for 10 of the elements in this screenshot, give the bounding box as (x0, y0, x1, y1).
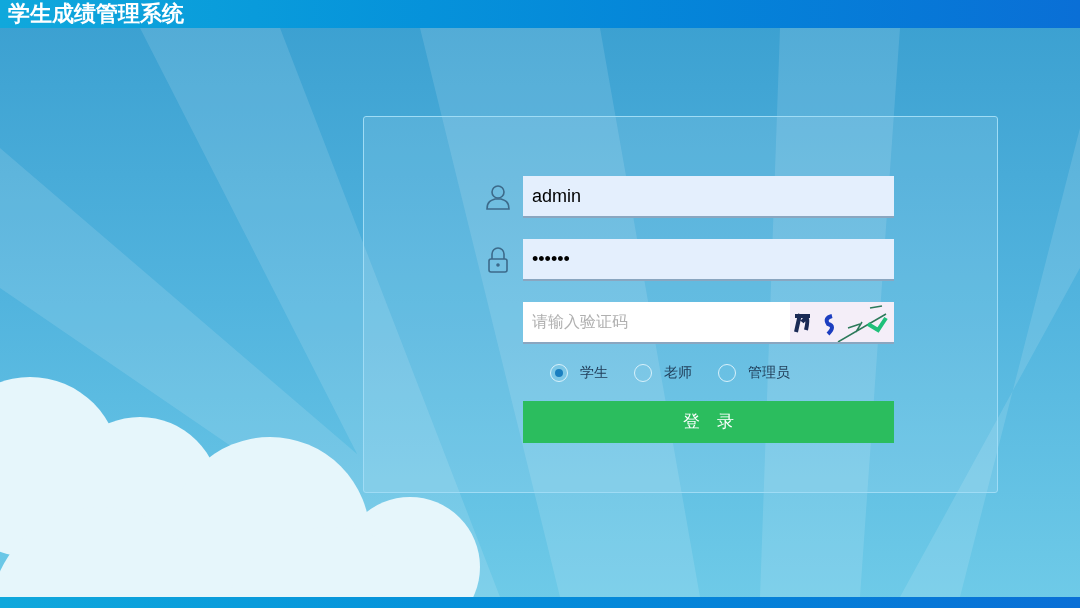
role-radio[interactable]: 管理员 (718, 362, 790, 383)
captcha-field[interactable]: 请输入验证码 (523, 302, 790, 344)
username-field[interactable]: admin (523, 176, 894, 218)
role-radio[interactable]: 老师 (634, 362, 692, 383)
user-icon (486, 184, 510, 210)
app-title: 学生成绩管理系统 (8, 3, 184, 25)
password-field[interactable]: •••••• (523, 239, 894, 281)
role-radio[interactable]: 学生 (550, 362, 608, 383)
captcha-image[interactable] (790, 302, 894, 344)
lock-icon (486, 247, 510, 273)
